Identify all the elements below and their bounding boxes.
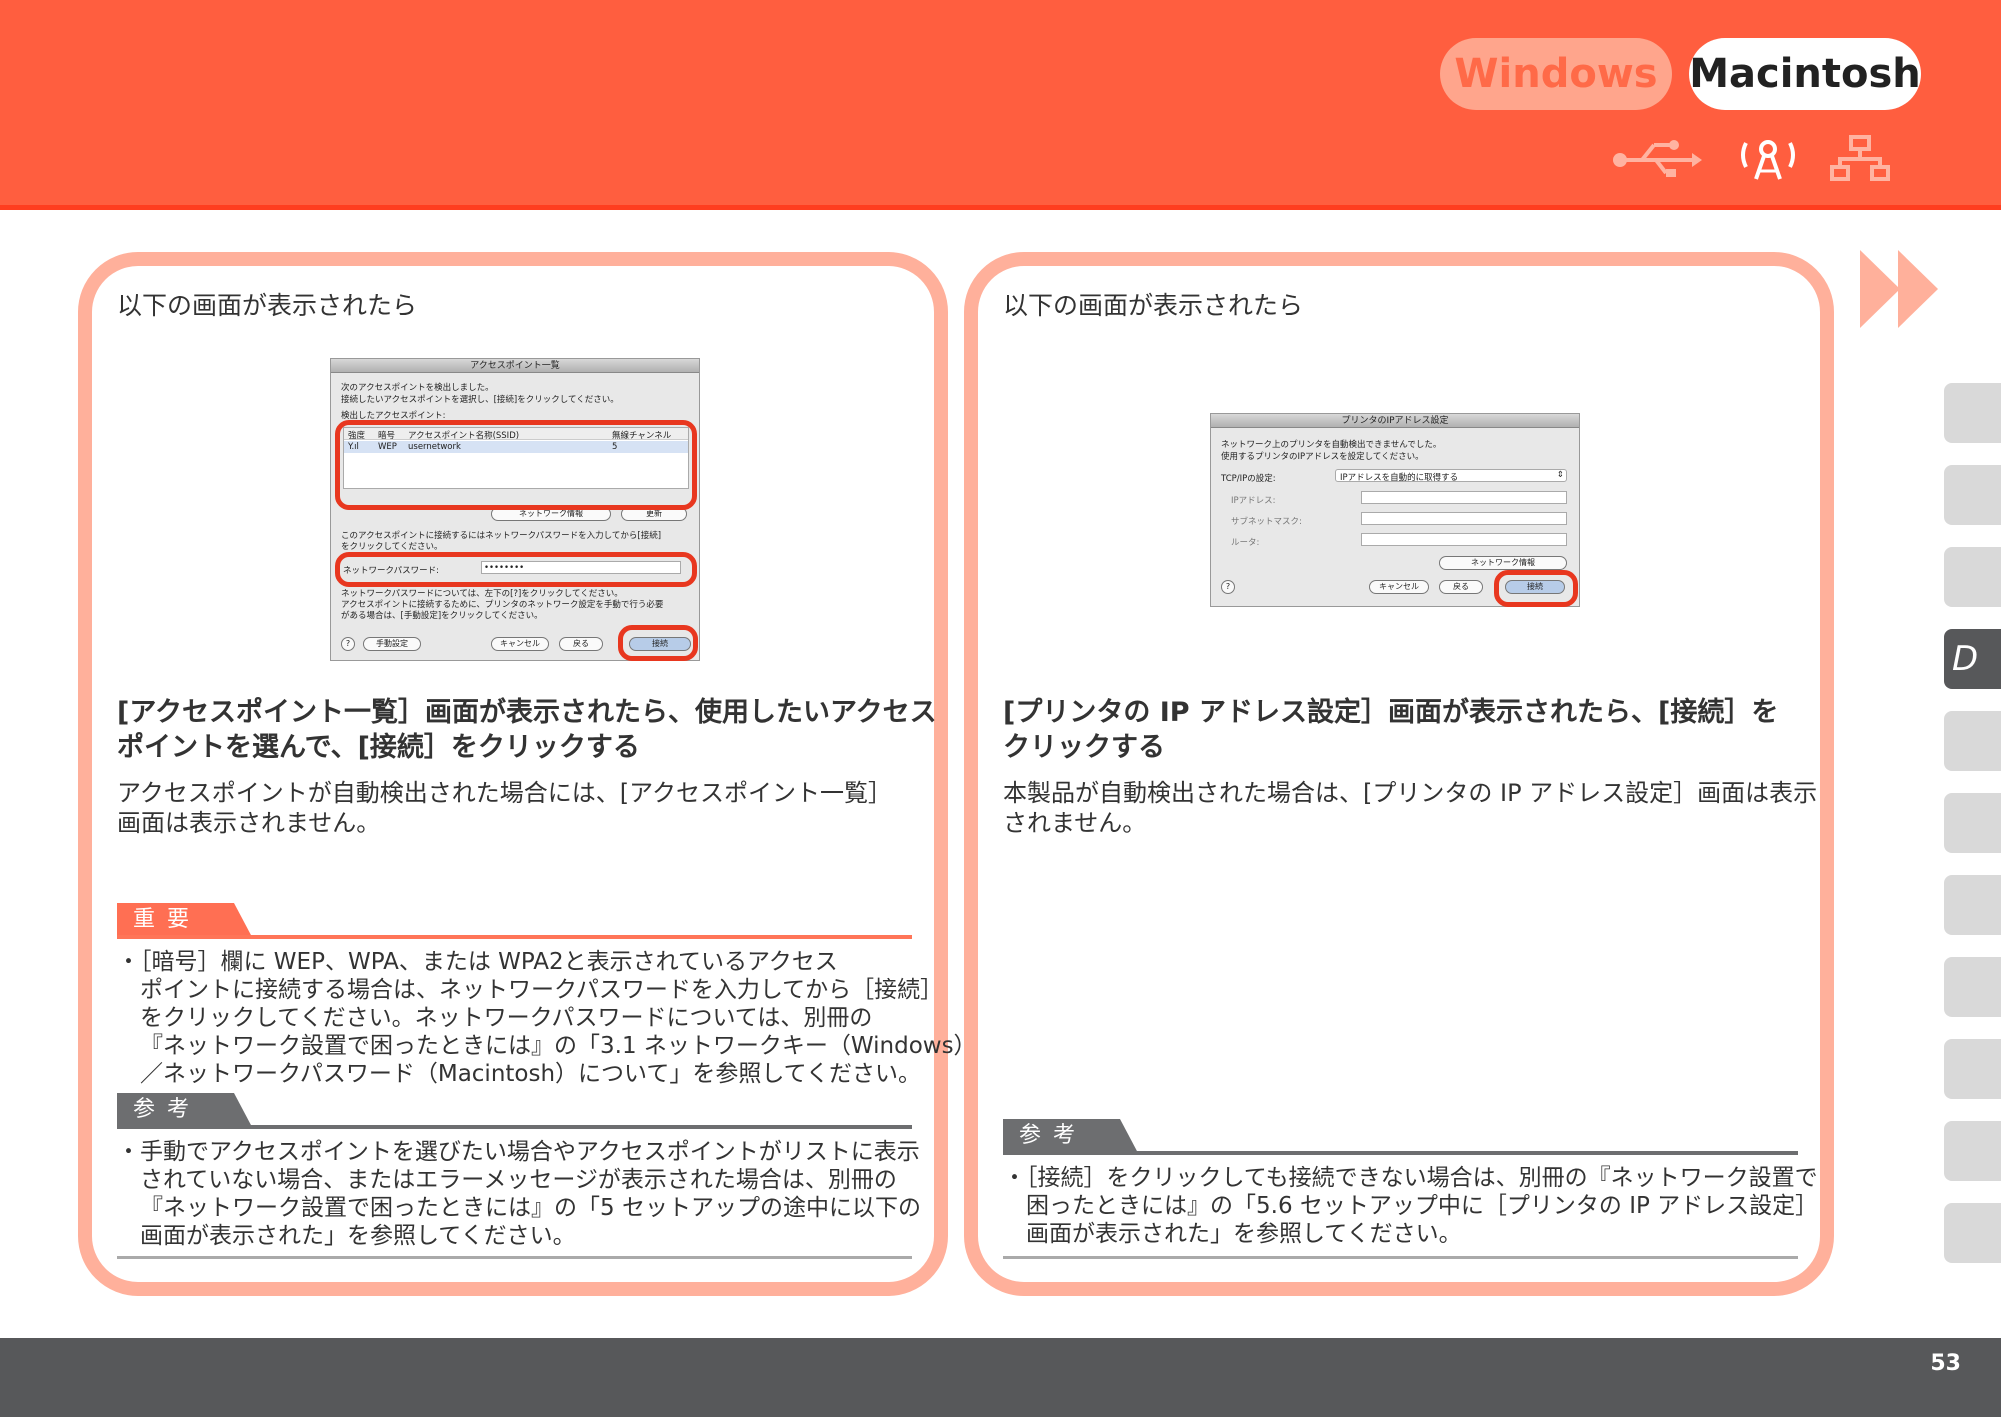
network-info-button[interactable]: ネットワーク情報 — [1439, 556, 1567, 570]
wireless-icon — [1741, 140, 1795, 180]
back-button[interactable]: 戻る — [559, 637, 603, 651]
right-heading-line: クリックする — [1003, 732, 1165, 763]
help-button[interactable]: ? — [341, 637, 355, 651]
dialog-title: アクセスポイント一覧 — [331, 359, 699, 373]
chapter-tab[interactable] — [1944, 1039, 2001, 1099]
right-body-line: 本製品が自動検出された場合は、[プリンタの IP アドレス設定］画面は表示 — [1003, 779, 1818, 807]
dialog-text: 接続したいアクセスポイントを選択し、[接続]をクリックしてください。 — [341, 395, 619, 405]
dialog-text: ネットワーク上のプリンタを自動検出できませんでした。 — [1221, 440, 1442, 450]
chapter-tab[interactable] — [1944, 711, 2001, 771]
reference-line: 『ネットワーク設置で困ったときには』の「5 セットアップの途中に以下の — [140, 1195, 921, 1221]
dialog-text: がある場合は、[手動設定]をクリックしてください。 — [341, 611, 543, 621]
reference-label: 参考 — [1003, 1119, 1111, 1153]
dialog-text: 次のアクセスポイントを検出しました。 — [341, 383, 494, 393]
chapter-tab[interactable] — [1944, 1203, 2001, 1263]
right-body-line: されません。 — [1003, 809, 1147, 837]
important-line: 『ネットワーク設置で困ったときには』の「3.1 ネットワークキー（Windows… — [140, 1033, 977, 1059]
chapter-tab[interactable] — [1944, 793, 2001, 853]
important-rule — [117, 935, 912, 939]
highlight-connect — [1494, 570, 1578, 607]
dialog-title: プリンタのIPアドレス設定 — [1211, 414, 1579, 428]
important-line: をクリックしてください。ネットワークパスワードについては、別冊の — [140, 1005, 873, 1031]
reference-line: 画面が表示された」を参照してください。 — [140, 1223, 576, 1249]
tcpip-select[interactable]: IPアドレスを自動的に取得する ⇕ — [1335, 469, 1567, 483]
tcpip-value: IPアドレスを自動的に取得する — [1340, 473, 1459, 483]
usb-icon — [1613, 140, 1702, 177]
subnet-label: サブネットマスク: — [1231, 517, 1302, 527]
chevron-down-icon: ⇕ — [1556, 470, 1564, 480]
dialog-text: 使用するプリンタのIPアドレスを設定してください。 — [1221, 452, 1424, 462]
highlight-password — [335, 552, 697, 587]
chapter-tab[interactable] — [1944, 383, 2001, 443]
important-line: ／ネットワークパスワード（Macintosh）について」を参照してください。 — [140, 1061, 921, 1087]
label-tab-corner — [1110, 1119, 1138, 1153]
chapter-tab-active[interactable]: D — [1944, 629, 2001, 689]
tab-windows[interactable]: Windows — [1440, 38, 1672, 110]
reference-line: されていない場合、またはエラーメッセージが表示された場合は、別冊の — [140, 1167, 897, 1193]
left-intro: 以下の画面が表示されたら — [117, 291, 418, 320]
reference-line: 困ったときには』の「5.6 セットアップ中に［プリンタの IP アドレス設定］ — [1026, 1193, 1819, 1219]
reference-line: ・手動でアクセスポイントを選びたい場合やアクセスポイントがリストに表示 — [117, 1139, 920, 1165]
chapter-tab[interactable] — [1944, 465, 2001, 525]
chapter-tab[interactable] — [1944, 1121, 2001, 1181]
label-tab-corner — [224, 1093, 252, 1127]
left-body-line: アクセスポイントが自動検出された場合には、[アクセスポイント一覧］ — [117, 779, 892, 807]
important-label: 重要 — [117, 903, 225, 937]
important-line: ・［暗号］欄に WEP、WPA、または WPA2と表示されているアクセス — [117, 949, 838, 975]
ip-label: IPアドレス: — [1231, 496, 1276, 506]
right-intro: 以下の画面が表示されたら — [1003, 291, 1304, 320]
reference-line: 画面が表示された」を参照してください。 — [1026, 1221, 1462, 1247]
help-button[interactable]: ? — [1221, 580, 1235, 594]
manual-setup-button[interactable]: 手動設定 — [363, 637, 421, 651]
reference-label: 参考 — [117, 1093, 225, 1127]
page-number: 53 — [1930, 1351, 1961, 1376]
right-heading-line: [プリンタの IP アドレス設定］画面が表示されたら、[接続］を — [1003, 697, 1779, 728]
highlight-access-point-list — [335, 420, 697, 510]
router-label: ルータ: — [1231, 538, 1260, 548]
left-heading-line: ポイントを選んで、[接続］をクリックする — [117, 732, 640, 763]
tab-macintosh[interactable]: Macintosh — [1689, 38, 1921, 110]
left-heading-line: [アクセスポイント一覧］画面が表示されたら、使用したいアクセス — [117, 697, 937, 728]
important-line: ポイントに接続する場合は、ネットワークパスワードを入力してから［接続］ — [140, 977, 944, 1003]
dialog-text: をクリックしてください。 — [341, 542, 443, 552]
next-page-icon[interactable] — [1860, 250, 1952, 328]
highlight-connect — [618, 625, 698, 661]
reference-rule — [1003, 1151, 1798, 1155]
reference-line: ・［接続］をクリックしても接続できない場合は、別冊の『ネットワーク設置で — [1003, 1165, 1818, 1191]
cancel-button[interactable]: キャンセル — [491, 637, 549, 651]
label-tab-corner — [224, 903, 252, 937]
footer-bar — [0, 1338, 2001, 1417]
wired-network-icon — [1830, 135, 1890, 181]
reference-end-rule — [1003, 1256, 1798, 1259]
chapter-tab[interactable] — [1944, 957, 2001, 1017]
ip-field[interactable] — [1361, 491, 1567, 504]
chapter-tab[interactable] — [1944, 875, 2001, 935]
chapter-tab[interactable] — [1944, 547, 2001, 607]
back-button[interactable]: 戻る — [1439, 580, 1483, 594]
reference-end-rule — [117, 1256, 912, 1259]
tcpip-label: TCP/IPの設定: — [1221, 474, 1276, 484]
cancel-button[interactable]: キャンセル — [1369, 580, 1429, 594]
router-field[interactable] — [1361, 533, 1567, 546]
subnet-field[interactable] — [1361, 512, 1567, 525]
reference-rule — [117, 1125, 912, 1129]
left-body-line: 画面は表示されません。 — [117, 809, 381, 837]
